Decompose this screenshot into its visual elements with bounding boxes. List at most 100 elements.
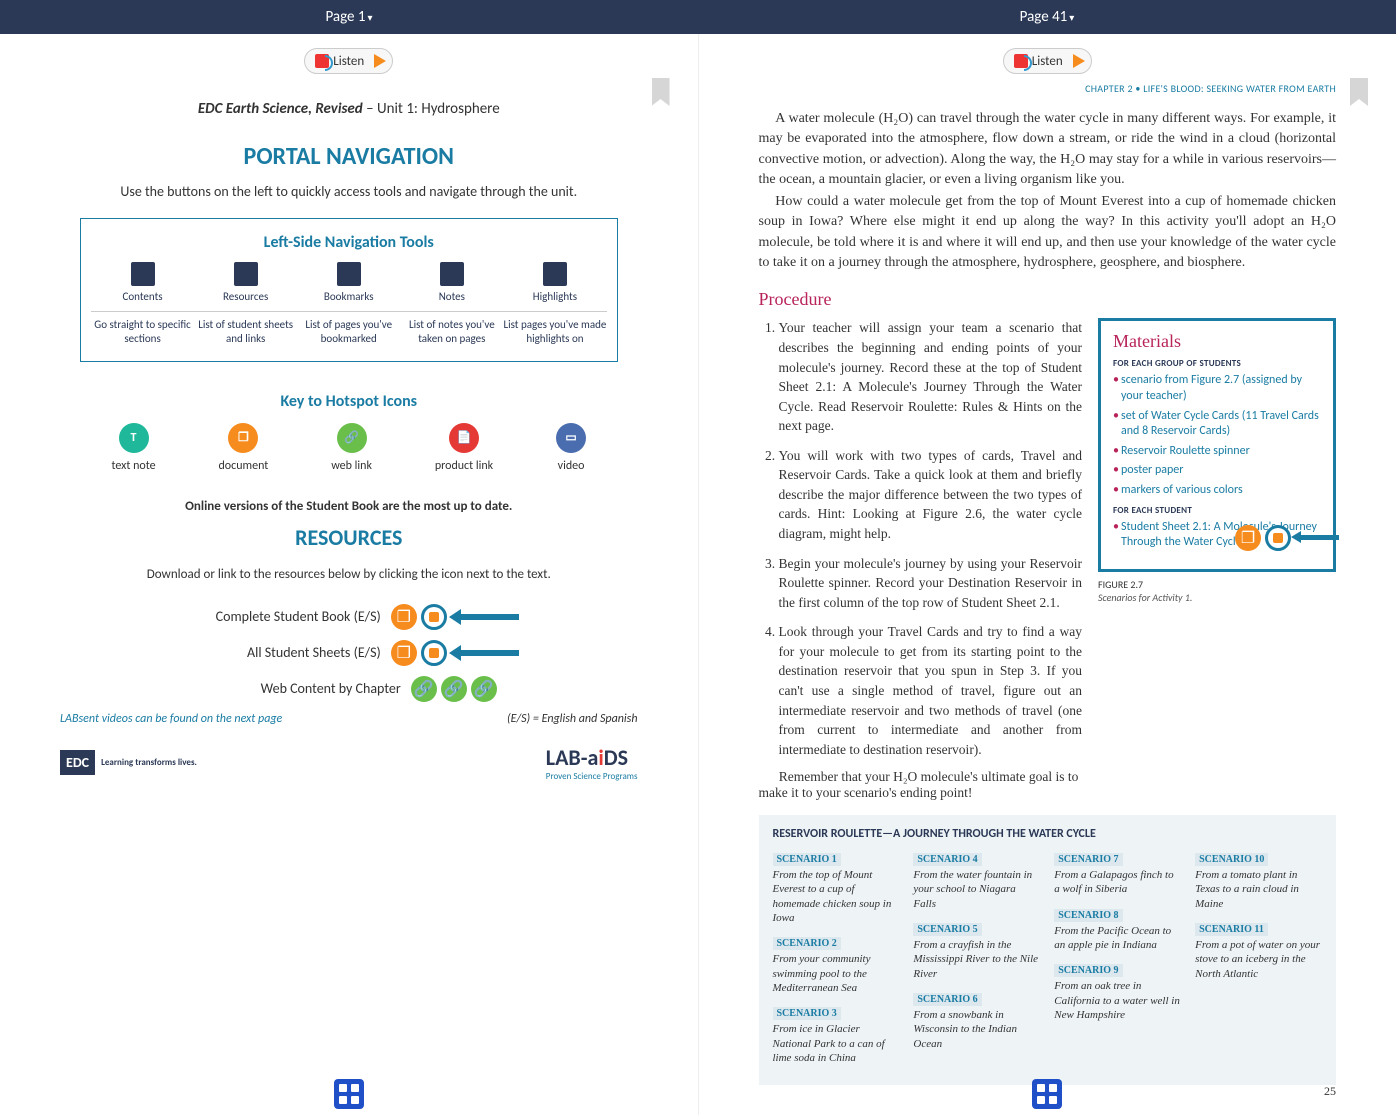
page-selector-right[interactable]: Page 41▾ [698, 0, 1396, 34]
scenario-column: SCENARIO 1From the top of Mount Everest … [773, 849, 900, 1073]
link-icon[interactable]: 🔗 [441, 676, 467, 702]
scenario-item: SCENARIO 2From your community swimming p… [773, 933, 900, 995]
grid-view-button[interactable] [1032, 1079, 1062, 1109]
materials-heading: Materials [1113, 331, 1321, 352]
listen-button[interactable]: Listen [304, 48, 393, 74]
scenario-item: SCENARIO 9From an oak tree in California… [1054, 960, 1181, 1022]
nav-icon [440, 262, 464, 286]
chapter-header: CHAPTER 2 • LIFE'S BLOOD: SEEKING WATER … [759, 82, 1337, 95]
grid-view-button[interactable] [334, 1079, 364, 1109]
hotspot-key-box: Key to Hotspot Icons Ttext note ❐document… [80, 392, 618, 473]
scenario-column: SCENARIO 10From a tomato plant in Texas … [1195, 849, 1322, 1073]
hotspot-icon: ❐ [228, 423, 258, 453]
document-icon[interactable]: ❐ [391, 604, 417, 630]
nav-tool-desc: Go straight to specific sections [91, 318, 194, 347]
hotspot-key-item: 📄product link [435, 423, 493, 473]
scenario-item: SCENARIO 8From the Pacific Ocean to an a… [1054, 905, 1181, 953]
scenario-item: SCENARIO 3From ice in Glacier National P… [773, 1003, 900, 1065]
play-icon [374, 54, 386, 68]
logos-row: EDC Learning transforms lives. LAB-aiDSP… [60, 744, 638, 782]
hotspot-key-item: ❐document [219, 423, 269, 473]
hotspot-icon: 📄 [449, 423, 479, 453]
nav-tool-item: Notes [400, 262, 503, 303]
intro-text: Use the buttons on the left to quickly a… [60, 183, 638, 200]
procedure-step: Look through your Travel Cards and try t… [779, 622, 1083, 759]
nav-tools-box: Left-Side Navigation Tools ContentsResou… [80, 218, 618, 362]
page-title: EDC Earth Science, Revised – Unit 1: Hyd… [60, 100, 638, 118]
nav-icon [131, 262, 155, 286]
scenario-item: SCENARIO 4From the water fountain in you… [913, 849, 1040, 911]
es-note: (E/S) = English and Spanish [507, 712, 638, 726]
hotspot-key-title: Key to Hotspot Icons [80, 392, 618, 411]
nav-tool-item: Contents [91, 262, 194, 303]
hotspot-icon: T [119, 423, 149, 453]
play-icon [1073, 54, 1085, 68]
scenario-item: SCENARIO 1From the top of Mount Everest … [773, 849, 900, 925]
portal-heading: PORTAL NAVIGATION [60, 142, 638, 171]
chevron-down-icon: ▾ [1069, 11, 1074, 24]
nav-tool-desc: List of pages you've bookmarked [297, 318, 400, 347]
nav-tool-desc: List of student sheets and links [194, 318, 297, 347]
nav-tool-desc: List pages you've made highlights on [503, 318, 606, 347]
nav-icon [543, 262, 567, 286]
scenario-item: SCENARIO 5From a crayfish in the Mississ… [913, 919, 1040, 981]
body-text: A water molecule (H₂O) can travel throug… [759, 109, 1337, 273]
hotspot-icon: ▭ [556, 423, 586, 453]
procedure-step: Begin your molecule's journey by using y… [779, 554, 1083, 613]
nav-tools-title: Left-Side Navigation Tools [91, 233, 607, 252]
document-icon[interactable] [421, 604, 447, 630]
page-number: 25 [1324, 1084, 1336, 1099]
arrow-icon [459, 614, 519, 620]
listen-button[interactable]: Listen [1003, 48, 1092, 74]
labaids-logo: LAB-aiDSProven Science Programs [546, 744, 638, 782]
resources-heading: RESOURCES [60, 524, 638, 551]
link-icon[interactable]: 🔗 [411, 676, 437, 702]
document-icon[interactable]: ❐ [391, 640, 417, 666]
hotspot-key-item: Ttext note [111, 423, 155, 473]
scenario-column: SCENARIO 7From a Galapagos finch to a wo… [1054, 849, 1181, 1073]
arrow-icon [1299, 535, 1339, 540]
hotspot-key-item: 🔗web link [331, 423, 372, 473]
bookmark-icon[interactable] [1350, 78, 1368, 106]
material-item: Reservoir Roulette spinner [1113, 444, 1321, 460]
chevron-down-icon: ▾ [367, 11, 372, 24]
material-item: poster paper [1113, 463, 1321, 479]
resource-row: All Student Sheets (E/S)❐ [159, 640, 539, 666]
speaker-icon [315, 54, 329, 68]
link-icon[interactable]: 🔗 [471, 676, 497, 702]
page-right: Listen CHAPTER 2 • LIFE'S BLOOD: SEEKING… [699, 34, 1396, 1115]
material-item: markers of various colors [1113, 483, 1321, 499]
nav-icon [337, 262, 361, 286]
document-icon[interactable] [421, 640, 447, 666]
material-item: set of Water Cycle Cards (11 Travel Card… [1113, 409, 1321, 440]
resource-row: Complete Student Book (E/S)❐ [159, 604, 539, 630]
scenario-item: SCENARIO 7From a Galapagos finch to a wo… [1054, 849, 1181, 897]
resources-intro: Download or link to the resources below … [60, 567, 638, 582]
hotspot-icon: 🔗 [337, 423, 367, 453]
speaker-icon [1014, 54, 1028, 68]
nav-tool-desc: List of notes you've taken on pages [400, 318, 503, 347]
scenario-item: SCENARIO 11From a pot of water on your s… [1195, 919, 1322, 981]
nav-tool-item: Highlights [503, 262, 606, 303]
scenario-item: SCENARIO 10From a tomato plant in Texas … [1195, 849, 1322, 911]
top-bar: Page 1▾ Page 41▾ [0, 0, 1396, 34]
material-item: scenario from Figure 2.7 (assigned by yo… [1113, 373, 1321, 404]
procedure-step: Your teacher will assign your team a sce… [779, 318, 1083, 435]
scenarios-box: RESERVOIR ROULETTE—A JOURNEY THROUGH THE… [759, 815, 1337, 1085]
bookmark-icon[interactable] [652, 78, 670, 106]
resource-row: Web Content by Chapter🔗🔗🔗 [159, 676, 539, 702]
page-selector-left[interactable]: Page 1▾ [0, 0, 698, 34]
nav-icon [234, 262, 258, 286]
nav-tool-item: Resources [194, 262, 297, 303]
hotspot-key-item: ▭video [556, 423, 586, 473]
remember-text: Remember that your H₂O molecule's ultima… [759, 769, 1083, 801]
procedure-step: You will work with two types of cards, T… [779, 446, 1083, 544]
nav-tool-item: Bookmarks [297, 262, 400, 303]
procedure-list: Your teacher will assign your team a sce… [759, 318, 1083, 759]
document-icon[interactable] [1265, 525, 1291, 551]
figure-caption: FIGURE 2.7Scenarios for Activity 1. [1098, 578, 1336, 604]
document-icon[interactable]: ❐ [1235, 525, 1261, 551]
scenarios-heading: RESERVOIR ROULETTE—A JOURNEY THROUGH THE… [773, 827, 1323, 841]
scenario-item: SCENARIO 6From a snowbank in Wisconsin t… [913, 989, 1040, 1051]
page-left: Listen EDC Earth Science, Revised – Unit… [0, 34, 699, 1115]
